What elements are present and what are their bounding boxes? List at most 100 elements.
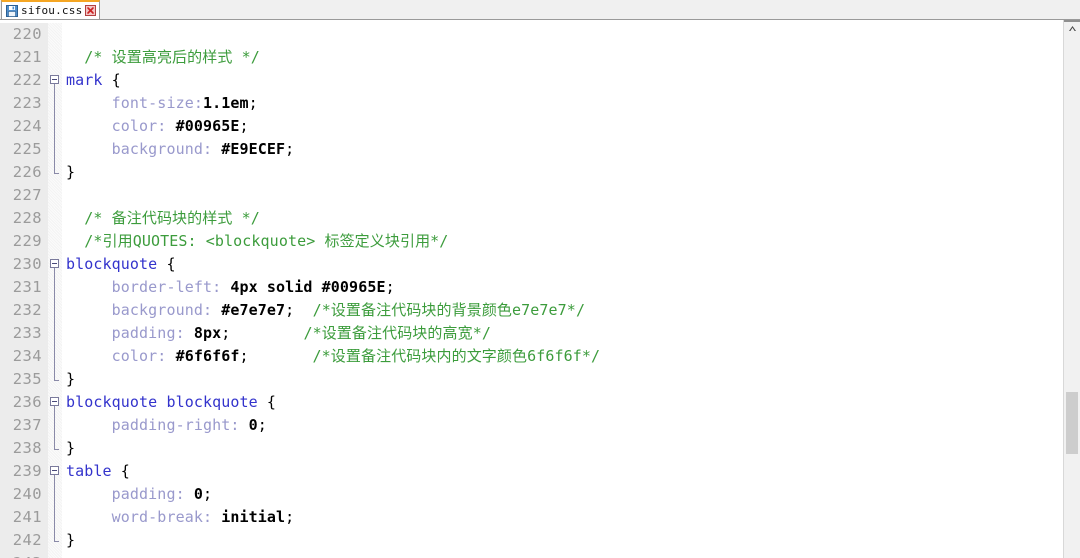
fold-margin[interactable] [48, 552, 62, 558]
code-line[interactable]: 228 /* 备注代码块的样式 */ [0, 207, 1063, 230]
line-number: 237 [0, 414, 48, 437]
code-line[interactable]: 240 padding: 0; [0, 483, 1063, 506]
scrollbar-up-arrow-button[interactable] [1064, 20, 1080, 37]
tab-bar-empty-space [100, 0, 1080, 19]
token-punct: ; [248, 94, 258, 112]
line-number: 222 [0, 69, 48, 92]
line-number: 239 [0, 460, 48, 483]
token-comment: /*引用QUOTES: <blockquote> 标签定义块引用*/ [66, 232, 449, 250]
code-line[interactable]: 233 padding: 8px; /*设置备注代码块的高宽*/ [0, 322, 1063, 345]
code-line[interactable]: 225 background: #E9ECEF; [0, 138, 1063, 161]
fold-collapse-toggle[interactable] [50, 259, 59, 268]
token-punct: ; [385, 278, 395, 296]
code-line[interactable]: 224 color: #00965E; [0, 115, 1063, 138]
close-x-icon[interactable] [85, 5, 97, 16]
token-punct: { [111, 462, 130, 480]
fold-collapse-toggle[interactable] [50, 466, 59, 475]
token-punct: } [66, 439, 76, 457]
code-line[interactable]: 242} [0, 529, 1063, 552]
token-value: initial [221, 508, 286, 526]
fold-margin[interactable] [48, 483, 62, 506]
code-line[interactable]: 234 color: #6f6f6f; /*设置备注代码块内的文字颜色6f6f6… [0, 345, 1063, 368]
token-comment: /* 备注代码块的样式 */ [66, 209, 260, 227]
code-line[interactable]: 220 [0, 23, 1063, 46]
fold-margin[interactable] [48, 69, 62, 92]
fold-margin[interactable] [48, 368, 62, 391]
line-number: 221 [0, 46, 48, 69]
token-prop: font-size: [66, 94, 203, 112]
fold-margin[interactable] [48, 207, 62, 230]
fold-guide-end [54, 529, 59, 542]
fold-guide-line [54, 138, 55, 161]
code-line[interactable]: 237 padding-right: 0; [0, 414, 1063, 437]
fold-margin[interactable] [48, 322, 62, 345]
code-line-text [62, 23, 1063, 46]
fold-margin[interactable] [48, 437, 62, 460]
fold-margin[interactable] [48, 506, 62, 529]
fold-margin[interactable] [48, 138, 62, 161]
code-line-text: /*引用QUOTES: <blockquote> 标签定义块引用*/ [62, 230, 1063, 253]
code-viewport[interactable]: 220 221 /* 设置高亮后的样式 */222 mark {223 font-s… [0, 20, 1063, 558]
fold-collapse-toggle[interactable] [50, 397, 59, 406]
code-line[interactable]: 229 /*引用QUOTES: <blockquote> 标签定义块引用*/ [0, 230, 1063, 253]
code-line[interactable]: 236 blockquote blockquote { [0, 391, 1063, 414]
line-number: 236 [0, 391, 48, 414]
token-punct: ; [239, 117, 249, 135]
fold-margin[interactable] [48, 115, 62, 138]
line-number: 232 [0, 299, 48, 322]
fold-margin[interactable] [48, 161, 62, 184]
tab-sifou-css[interactable]: sifou.css [1, 0, 101, 19]
fold-margin[interactable] [48, 391, 62, 414]
line-number: 220 [0, 23, 48, 46]
code-line[interactable]: 230 blockquote { [0, 253, 1063, 276]
fold-collapse-toggle[interactable] [50, 75, 59, 84]
fold-margin[interactable] [48, 460, 62, 483]
code-line[interactable]: 239 table { [0, 460, 1063, 483]
token-selector: table [66, 462, 112, 480]
token-punct: } [66, 531, 76, 549]
token-value: #00965E [175, 117, 240, 135]
code-line[interactable]: 222 mark { [0, 69, 1063, 92]
code-line-text: } [62, 437, 1063, 460]
token-punct: ; [257, 416, 267, 434]
token-comment: /*设置备注代码块的背景颜色e7e7e7*/ [312, 301, 586, 319]
code-line-text: table { [62, 460, 1063, 483]
line-number: 238 [0, 437, 48, 460]
code-line-text: padding-right: 0; [62, 414, 1063, 437]
fold-margin[interactable] [48, 184, 62, 207]
fold-margin[interactable] [48, 46, 62, 69]
fold-margin[interactable] [48, 529, 62, 552]
code-line[interactable]: 235} [0, 368, 1063, 391]
fold-guide-line [54, 414, 55, 437]
fold-margin[interactable] [48, 414, 62, 437]
code-line[interactable]: 243 [0, 552, 1063, 558]
token-punct: } [66, 163, 76, 181]
fold-margin[interactable] [48, 23, 62, 46]
token-value: 1.1em [202, 94, 249, 112]
fold-guide-line [54, 506, 55, 529]
token-punct: { [157, 255, 176, 273]
code-line[interactable]: 223 font-size:1.1em; [0, 92, 1063, 115]
fold-margin[interactable] [48, 230, 62, 253]
code-line[interactable]: 232 background: #e7e7e7; /*设置备注代码块的背景颜色e… [0, 299, 1063, 322]
code-line[interactable]: 231 border-left: 4px solid #00965E; [0, 276, 1063, 299]
fold-margin[interactable] [48, 92, 62, 115]
fold-margin[interactable] [48, 253, 62, 276]
scrollbar-thumb[interactable] [1066, 392, 1078, 454]
vertical-scrollbar[interactable] [1063, 20, 1080, 558]
fold-guide-end [54, 368, 59, 381]
fold-margin[interactable] [48, 276, 62, 299]
line-number: 243 [0, 552, 48, 558]
code-line[interactable]: 227 [0, 184, 1063, 207]
code-line-text [62, 552, 1063, 558]
code-line[interactable]: 241 word-break: initial; [0, 506, 1063, 529]
code-line[interactable]: 238} [0, 437, 1063, 460]
code-line[interactable]: 226} [0, 161, 1063, 184]
fold-margin[interactable] [48, 299, 62, 322]
code-line-text: /* 备注代码块的样式 */ [62, 207, 1063, 230]
code-line[interactable]: 221 /* 设置高亮后的样式 */ [0, 46, 1063, 69]
code-line-text: font-size:1.1em; [62, 92, 1063, 115]
fold-guide-line [54, 483, 55, 506]
floppy-disk-save-icon [6, 4, 18, 17]
fold-margin[interactable] [48, 345, 62, 368]
